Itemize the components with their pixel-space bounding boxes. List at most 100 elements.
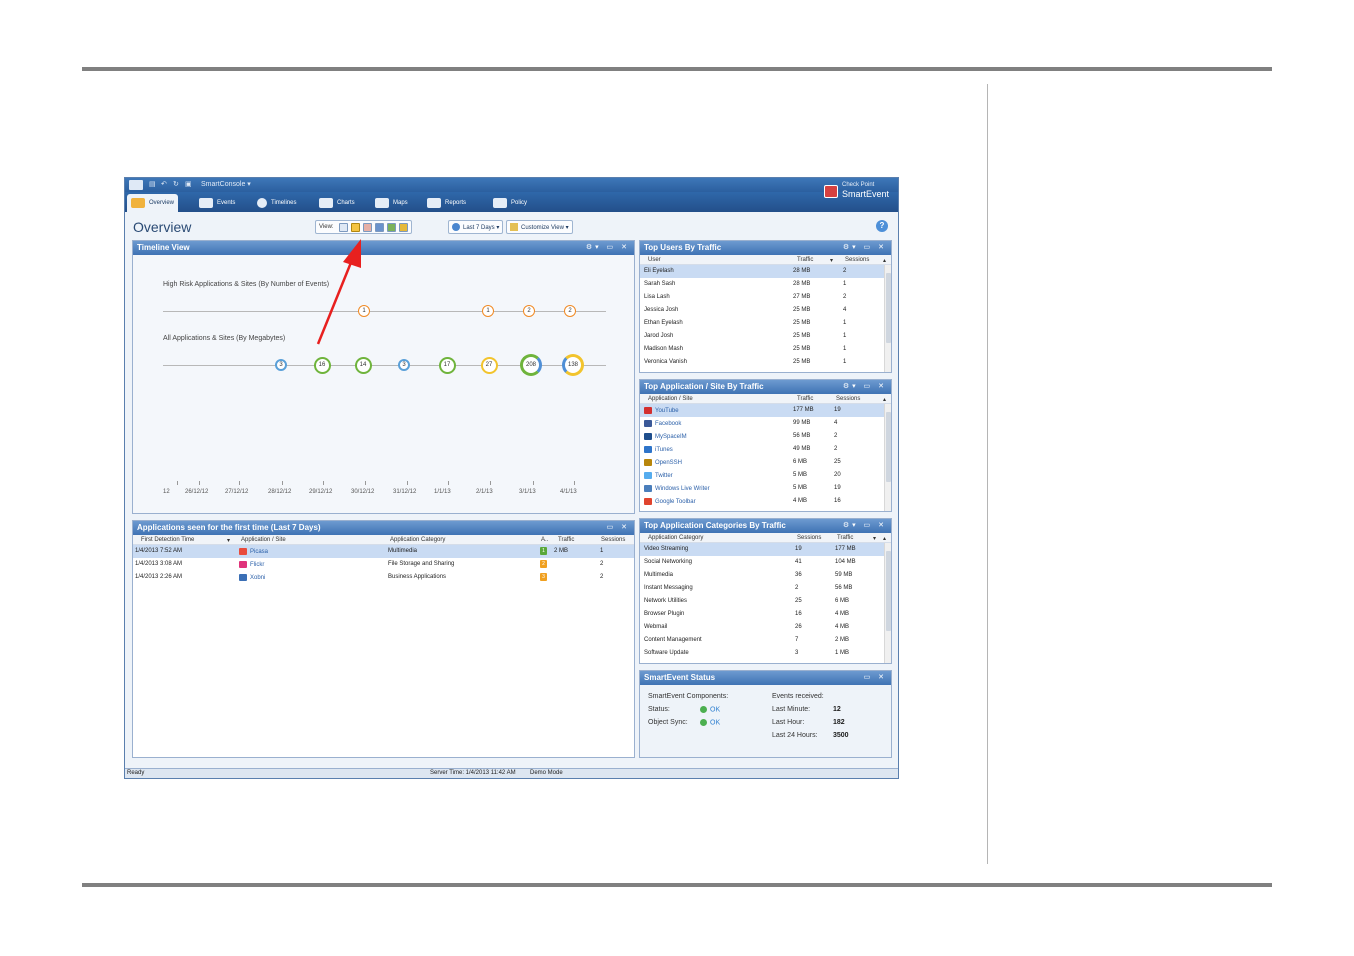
last-minute-label: Last Minute:	[772, 706, 811, 713]
panel-controls[interactable]: ▭ ✕	[864, 671, 887, 685]
col-traffic[interactable]: Traffic	[558, 537, 574, 543]
col-sessions[interactable]: Sessions	[797, 535, 821, 541]
col-sessions[interactable]: Sessions	[601, 537, 625, 543]
col-sessions[interactable]: Sessions	[836, 396, 860, 402]
undo-icon[interactable]: ↶	[161, 180, 167, 190]
table-row[interactable]: MySpaceIM 56 MB 2	[640, 430, 891, 443]
high-risk-bubble[interactable]: 1	[358, 305, 370, 317]
sessions-value: 16	[834, 498, 841, 504]
sort-desc-icon[interactable]: ▾	[830, 257, 833, 264]
table-row[interactable]: Sarah Sash 28 MB 1	[640, 278, 891, 291]
smartconsole-menu[interactable]: SmartConsole ▾	[201, 180, 251, 190]
save-icon[interactable]: ▤	[149, 180, 156, 190]
panel-controls[interactable]: ▭ ✕	[607, 521, 630, 535]
table-row[interactable]: Software Update 3 1 MB	[640, 647, 891, 660]
application-name: MySpaceIM	[655, 434, 687, 441]
table-row[interactable]: Lisa Lash 27 MB 2	[640, 291, 891, 304]
traffic-value: 99 MB	[793, 420, 811, 426]
table-row[interactable]: Webmail 26 4 MB	[640, 621, 891, 634]
scrollbar-thumb[interactable]	[886, 551, 891, 631]
col-first-detection-time[interactable]: First Detection Time	[141, 537, 194, 543]
col-risk[interactable]: A..	[541, 537, 548, 543]
tab-events[interactable]: Events	[195, 194, 239, 212]
scroll-up-icon[interactable]: ▴	[883, 257, 886, 264]
table-row[interactable]: OpenSSH 6 MB 25	[640, 456, 891, 469]
table-row[interactable]: Twitter 5 MB 20	[640, 469, 891, 482]
col-application-category[interactable]: Application Category	[390, 537, 445, 543]
scrollbar-thumb[interactable]	[886, 273, 891, 343]
all-apps-bubble[interactable]: 14	[354, 356, 372, 374]
table-row[interactable]: 1/4/2013 3:08 AM Flickr File Storage and S…	[133, 558, 634, 571]
scrollbar-thumb[interactable]	[886, 412, 891, 482]
table-row[interactable]: Google Toolbar 4 MB 16	[640, 495, 891, 508]
table-row[interactable]: Jarod Josh 25 MB 1	[640, 330, 891, 343]
all-apps-bubble[interactable]: 3	[275, 359, 287, 371]
sort-desc-icon[interactable]: ▾	[227, 537, 230, 544]
high-risk-bubble[interactable]: 2	[564, 305, 576, 317]
table-row[interactable]: Ethan Eyelash 25 MB 1	[640, 317, 891, 330]
col-traffic[interactable]: Traffic	[797, 257, 813, 263]
panel-controls[interactable]: ⚙▾ ▭ ✕	[843, 241, 887, 255]
tab-policy[interactable]: Policy	[489, 194, 531, 212]
refresh-icon[interactable]: ↻	[173, 180, 179, 190]
panel-controls[interactable]: ⚙▾ ▭ ✕	[843, 380, 887, 394]
layout-view-2-icon[interactable]	[350, 222, 360, 232]
panel-controls[interactable]: ⚙▾ ▭ ✕	[586, 241, 630, 255]
all-apps-bubble[interactable]: 16	[313, 356, 331, 374]
tab-charts[interactable]: Charts	[315, 194, 359, 212]
all-apps-bubble[interactable]: 138	[562, 354, 584, 376]
col-traffic[interactable]: Traffic	[797, 396, 813, 402]
table-row[interactable]: Multimedia 36 59 MB	[640, 569, 891, 582]
table-row[interactable]: Eli Eyelash 28 MB 2	[640, 265, 891, 278]
table-row[interactable]: Network Utilities 25 6 MB	[640, 595, 891, 608]
table-row[interactable]: Social Networking 41 104 MB	[640, 556, 891, 569]
scrollbar[interactable]	[884, 265, 891, 372]
col-application-site[interactable]: Application / Site	[648, 396, 693, 402]
table-row[interactable]: YouTube 177 MB 19	[640, 404, 891, 417]
col-application-site[interactable]: Application / Site	[241, 537, 286, 543]
table-row[interactable]: Content Management 7 2 MB	[640, 634, 891, 647]
panel-controls[interactable]: ⚙▾ ▭ ✕	[843, 519, 887, 533]
window-icon[interactable]: ▣	[185, 180, 192, 190]
high-risk-bubble[interactable]: 1	[482, 305, 494, 317]
scrollbar[interactable]	[884, 404, 891, 511]
app-menu-icon[interactable]	[129, 180, 143, 190]
lock-view-icon[interactable]	[398, 222, 408, 232]
all-apps-bubble[interactable]: 208	[520, 354, 542, 376]
time-range-dropdown[interactable]: Last 7 Days ▾	[448, 220, 504, 234]
all-apps-bubble[interactable]: 27	[480, 356, 498, 374]
table-row[interactable]: Jessica Josh 25 MB 4	[640, 304, 891, 317]
tab-reports[interactable]: Reports	[423, 194, 470, 212]
table-row[interactable]: Instant Messaging 2 56 MB	[640, 582, 891, 595]
layout-view-1-icon[interactable]	[338, 222, 348, 232]
col-sessions[interactable]: Sessions	[845, 257, 869, 263]
application-category: Business Applications	[388, 574, 447, 580]
tab-maps[interactable]: Maps	[371, 194, 412, 212]
shield-view-icon[interactable]	[374, 222, 384, 232]
layout-view-3-icon[interactable]	[362, 222, 372, 232]
table-row[interactable]: 1/4/2013 2:26 AM Xobni Business Applicatio…	[133, 571, 634, 584]
high-risk-bubble[interactable]: 2	[523, 305, 535, 317]
table-row[interactable]: Browser Plugin 16 4 MB	[640, 608, 891, 621]
table-row[interactable]: Facebook 99 MB 4	[640, 417, 891, 430]
table-row[interactable]: Madison Mash 25 MB 1	[640, 343, 891, 356]
security-view-icon[interactable]	[386, 222, 396, 232]
tab-timelines[interactable]: Timelines	[253, 194, 300, 212]
scroll-up-icon[interactable]: ▴	[883, 396, 886, 403]
sort-desc-icon[interactable]: ▾	[873, 535, 876, 542]
all-apps-bubble[interactable]: 3	[398, 359, 410, 371]
table-row[interactable]: Video Streaming 19 177 MB	[640, 543, 891, 556]
tab-overview[interactable]: Overview	[127, 194, 179, 212]
col-application-category[interactable]: Application Category	[648, 535, 703, 541]
col-user[interactable]: User	[648, 257, 661, 263]
col-traffic[interactable]: Traffic	[837, 535, 853, 541]
table-row[interactable]: 1/4/2013 7:52 AM Picasa Multimedia 1 2 MB 1	[133, 545, 634, 558]
table-row[interactable]: Veronica Vanish 25 MB 1	[640, 356, 891, 369]
table-row[interactable]: Windows Live Writer 5 MB 19	[640, 482, 891, 495]
help-icon[interactable]: ?	[876, 220, 888, 232]
scrollbar[interactable]	[884, 543, 891, 663]
table-row[interactable]: iTunes 49 MB 2	[640, 443, 891, 456]
scroll-up-icon[interactable]: ▴	[883, 535, 886, 542]
customize-view-dropdown[interactable]: Customize View ▾	[506, 220, 573, 234]
all-apps-bubble[interactable]: 17	[438, 356, 456, 374]
